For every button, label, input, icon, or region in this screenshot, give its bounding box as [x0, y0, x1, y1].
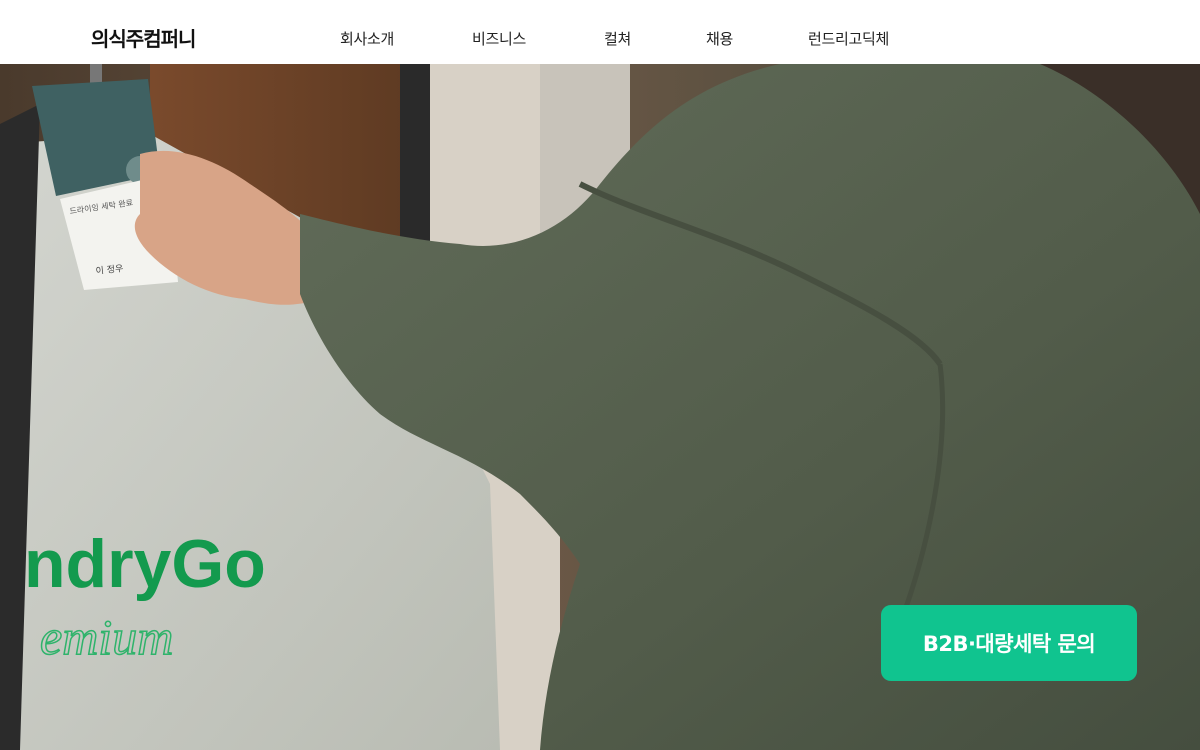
- page: 의식주컴퍼니 회사소개 비즈니스 컬쳐 채용 런드리고딕체 드라이잉 세탁 완료…: [0, 0, 1200, 750]
- company-logo[interactable]: 의식주컴퍼니: [91, 26, 196, 52]
- b2b-inquiry-button[interactable]: B2B·대량세탁 문의: [881, 605, 1137, 681]
- site-header: 의식주컴퍼니 회사소개 비즈니스 컬쳐 채용 런드리고딕체: [0, 0, 1200, 64]
- nav-item-laundrygo-font[interactable]: 런드리고딕체: [808, 29, 889, 49]
- nav-item-careers[interactable]: 채용: [706, 29, 733, 49]
- nav-item-about[interactable]: 회사소개: [340, 29, 394, 49]
- bag-brand-subtext: emium: [40, 609, 173, 665]
- bag-brand-text: ndryGo: [24, 526, 266, 602]
- nav-item-business[interactable]: 비즈니스: [472, 29, 526, 49]
- nav-item-culture[interactable]: 컬쳐: [604, 29, 631, 49]
